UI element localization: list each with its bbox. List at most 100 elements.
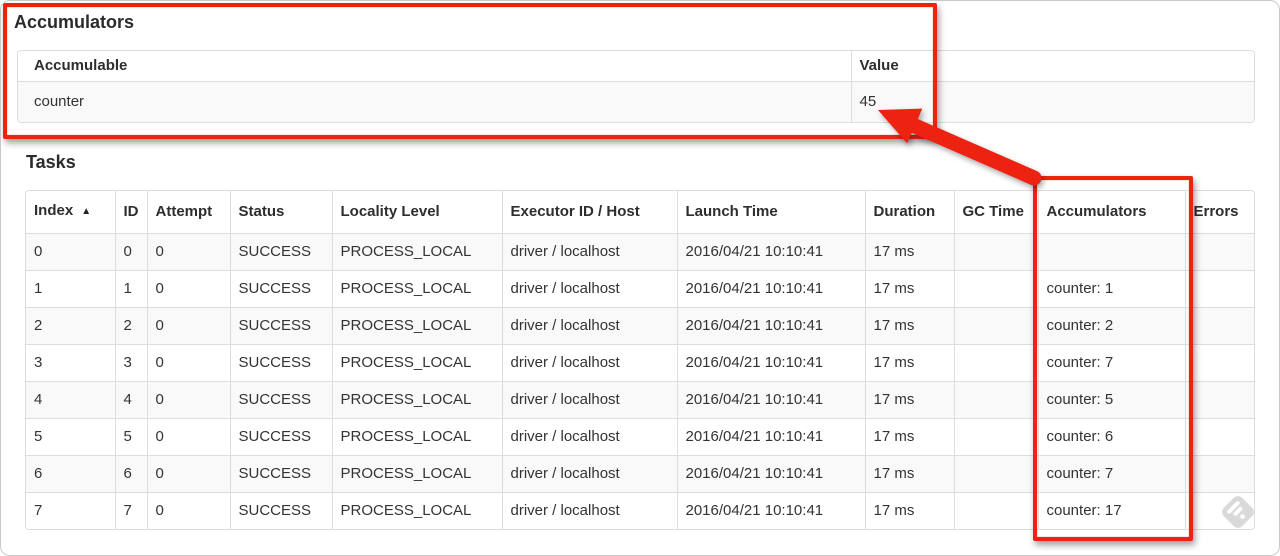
task-cell-index: 6 (26, 455, 115, 493)
task-cell-id: 6 (114, 455, 147, 493)
task-cell-accumulators: counter: 7 (1037, 344, 1185, 382)
task-cell-id: 5 (114, 418, 147, 456)
task-cell-id: 1 (114, 270, 147, 308)
task-cell-index: 2 (26, 307, 115, 345)
task-cell-locality-level: PROCESS_LOCAL (331, 455, 502, 493)
task-cell-errors (1184, 307, 1254, 345)
task-cell-gc-time (953, 381, 1038, 419)
task-cell-accumulators (1037, 233, 1185, 271)
task-cell-launch-time: 2016/04/21 10:10:41 (676, 455, 865, 493)
spark-stage-page: Accumulators Accumulable Value counter 4… (0, 0, 1280, 556)
task-cell-executor-id-host: driver / localhost (501, 270, 677, 308)
task-cell-duration: 17 ms (864, 233, 954, 271)
task-cell-gc-time (953, 233, 1038, 271)
accumulator-value: 45 (850, 81, 1254, 122)
task-cell-index: 3 (26, 344, 115, 382)
task-cell-executor-id-host: driver / localhost (501, 455, 677, 493)
accumulators-table: Accumulable Value counter 45 (17, 50, 1255, 123)
column-header-value: Value (850, 51, 1254, 82)
task-cell-accumulators: counter: 17 (1037, 492, 1185, 529)
column-header-index[interactable]: Index ▲ (26, 191, 115, 234)
accumulators-heading: Accumulators (14, 12, 135, 32)
column-header-label: Locality Level (340, 203, 440, 220)
column-header-id[interactable]: ID (114, 191, 147, 234)
task-cell-accumulators: counter: 7 (1037, 455, 1185, 493)
task-cell-attempt: 0 (146, 307, 230, 345)
task-cell-index: 1 (26, 270, 115, 308)
task-row: 7 7 0 SUCCESS PROCESS_LOCAL driver / localhos… (26, 492, 1254, 529)
task-cell-attempt: 0 (146, 233, 230, 271)
column-header-label: Index (34, 202, 74, 219)
task-cell-executor-id-host: driver / localhost (501, 492, 677, 529)
task-cell-executor-id-host: driver / localhost (501, 344, 677, 382)
task-cell-duration: 17 ms (864, 418, 954, 456)
column-header-gc-time[interactable]: GC Time (953, 191, 1038, 234)
tasks-heading: Tasks (26, 152, 76, 172)
task-cell-gc-time (953, 418, 1038, 456)
task-cell-accumulators: counter: 5 (1037, 381, 1185, 419)
task-cell-launch-time: 2016/04/21 10:10:41 (676, 344, 865, 382)
task-cell-accumulators: counter: 1 (1037, 270, 1185, 308)
task-cell-launch-time: 2016/04/21 10:10:41 (676, 233, 865, 271)
task-cell-id: 3 (114, 344, 147, 382)
task-cell-gc-time (953, 270, 1038, 308)
task-cell-executor-id-host: driver / localhost (501, 418, 677, 456)
column-header-label: ID (123, 203, 139, 220)
task-cell-id: 4 (114, 381, 147, 419)
task-row: 3 3 0 SUCCESS PROCESS_LOCAL driver / localhos… (26, 344, 1254, 382)
task-cell-errors (1184, 455, 1254, 493)
task-cell-attempt: 0 (146, 418, 230, 456)
task-cell-index: 5 (26, 418, 115, 456)
task-cell-gc-time (953, 455, 1038, 493)
column-header-duration[interactable]: Duration (864, 191, 954, 234)
column-header-label: Errors (1193, 203, 1239, 220)
task-cell-attempt: 0 (146, 381, 230, 419)
column-header-errors[interactable]: Errors (1184, 191, 1254, 234)
task-cell-gc-time (953, 307, 1038, 345)
task-cell-locality-level: PROCESS_LOCAL (331, 233, 502, 271)
column-header-accumulators[interactable]: Accumulators (1037, 191, 1185, 234)
column-header-launch-time[interactable]: Launch Time (676, 191, 865, 234)
column-header-locality-level[interactable]: Locality Level (331, 191, 502, 234)
task-cell-launch-time: 2016/04/21 10:10:41 (676, 492, 865, 529)
task-cell-accumulators: counter: 6 (1037, 418, 1185, 456)
task-cell-status: SUCCESS (229, 381, 332, 419)
tasks-table: Index ▲ ID Attempt Status Locality Level Execu… (25, 190, 1255, 530)
task-cell-status: SUCCESS (229, 418, 332, 456)
tasks-header-row: Index ▲ ID Attempt Status Locality Level Execu… (26, 191, 1254, 234)
column-header-label: Accumulators (1046, 203, 1147, 220)
task-cell-attempt: 0 (146, 492, 230, 529)
sort-ascending-icon: ▲ (81, 206, 92, 217)
column-header-label: Attempt (155, 203, 213, 220)
column-header-label: Status (238, 203, 285, 220)
column-header-label: Executor ID / Host (510, 203, 640, 220)
task-cell-launch-time: 2016/04/21 10:10:41 (676, 418, 865, 456)
task-cell-launch-time: 2016/04/21 10:10:41 (676, 270, 865, 308)
task-cell-index: 0 (26, 233, 115, 271)
task-cell-errors (1184, 270, 1254, 308)
task-cell-duration: 17 ms (864, 455, 954, 493)
column-header-attempt[interactable]: Attempt (146, 191, 230, 234)
task-cell-status: SUCCESS (229, 455, 332, 493)
task-row: 1 1 0 SUCCESS PROCESS_LOCAL driver / localhos… (26, 270, 1254, 308)
column-header-label: GC Time (962, 203, 1024, 220)
task-cell-gc-time (953, 492, 1038, 529)
column-header-status[interactable]: Status (229, 191, 332, 234)
task-cell-errors (1184, 418, 1254, 456)
task-cell-gc-time (953, 344, 1038, 382)
accumulable-name: counter (18, 81, 851, 122)
task-cell-index: 7 (26, 492, 115, 529)
column-header-executor-id-host[interactable]: Executor ID / Host (501, 191, 677, 234)
accumulators-header-row: Accumulable Value (18, 51, 1254, 82)
task-cell-id: 7 (114, 492, 147, 529)
stamp-watermark-icon (1222, 496, 1254, 528)
task-row: 0 0 0 SUCCESS PROCESS_LOCAL driver / localhos… (26, 233, 1254, 271)
task-cell-duration: 17 ms (864, 344, 954, 382)
task-cell-locality-level: PROCESS_LOCAL (331, 381, 502, 419)
task-cell-locality-level: PROCESS_LOCAL (331, 492, 502, 529)
task-cell-id: 2 (114, 307, 147, 345)
task-cell-executor-id-host: driver / localhost (501, 381, 677, 419)
task-cell-executor-id-host: driver / localhost (501, 307, 677, 345)
task-cell-duration: 17 ms (864, 270, 954, 308)
task-cell-status: SUCCESS (229, 307, 332, 345)
